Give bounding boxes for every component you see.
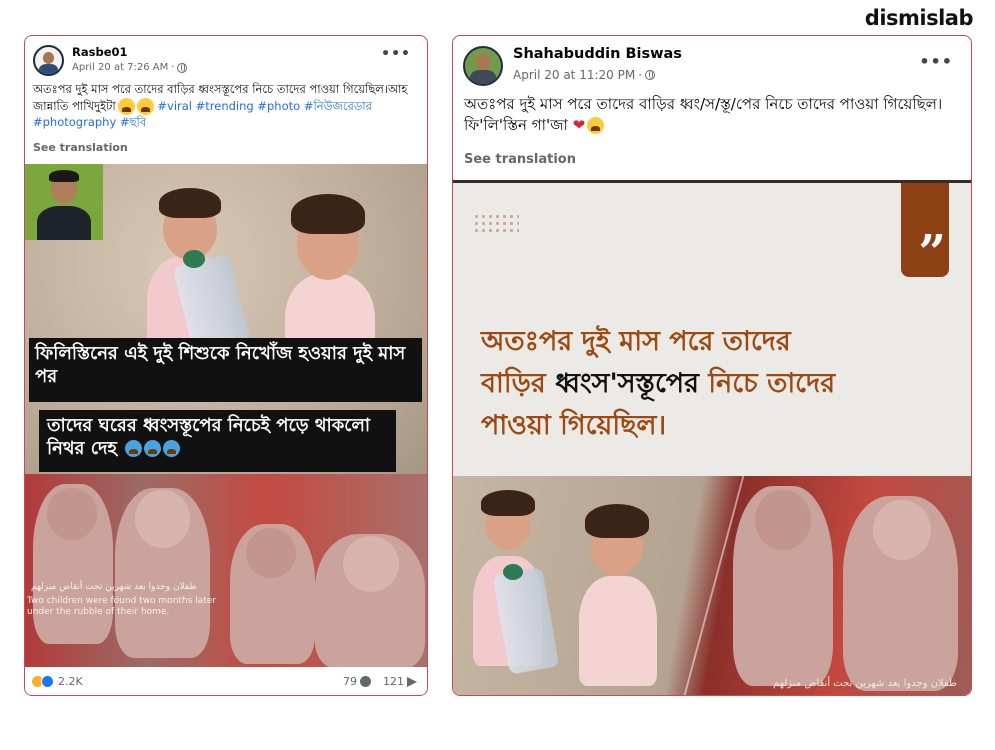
hashtag[interactable]: #নিউজরেডার bbox=[304, 99, 372, 113]
quote-icon: ” bbox=[918, 225, 946, 281]
hashtag[interactable]: #photo bbox=[257, 99, 300, 113]
post-body: অতঃপর দুই মাস পরে তাদের বাড়ির ধ্বং/স/স্… bbox=[464, 95, 943, 134]
post-text: অতঃপর দুই মাস পরে তাদের বাড়ির ধ্বং/স/স্… bbox=[464, 94, 964, 135]
profile-inset-photo bbox=[25, 164, 103, 240]
meta-separator: · bbox=[171, 62, 175, 73]
post-image[interactable]: ফিলিস্তিনের এই দুই শিশুকে নিখোঁজ হওয়ার … bbox=[25, 164, 427, 669]
quote-line-2: বাড়ির ধ্বংস'সস্তূপের নিচে তাদের bbox=[481, 363, 951, 405]
avatar[interactable] bbox=[33, 45, 64, 76]
post-date[interactable]: April 20 at 7:26 AM bbox=[72, 62, 168, 73]
reactions-summary[interactable]: 2.2K bbox=[31, 675, 83, 688]
avatar[interactable] bbox=[463, 46, 503, 86]
hashtag[interactable]: #ছবি bbox=[120, 115, 146, 129]
quote-line-2-c: নিচে তাদের bbox=[708, 367, 836, 399]
more-options-icon[interactable]: ••• bbox=[381, 46, 411, 62]
post-meta: April 20 at 11:20 PM · bbox=[513, 68, 656, 82]
overlay-arabic-text: طفلان وجدوا بعد شهرين تحت أنقاض منزلهم bbox=[772, 678, 957, 689]
share-icon bbox=[407, 676, 417, 687]
post-footer: 2.2K 79 121 bbox=[25, 667, 427, 695]
post-card-2: Shahabuddin Biswas April 20 at 11:20 PM … bbox=[452, 35, 972, 696]
post-image[interactable]: ” অতঃপর দুই মাস পরে তাদের বাড়ির ধ্বংস'স… bbox=[453, 180, 971, 695]
author-name[interactable]: Shahabuddin Biswas bbox=[513, 46, 682, 62]
image-caption-2: তাদের ঘরের ধ্বংসস্তূপের নিচেই পড়ে থাকলো… bbox=[39, 410, 396, 472]
quote-card: ” অতঃপর দুই মাস পরে তাদের বাড়ির ধ্বংস'স… bbox=[453, 180, 971, 476]
victims-photo bbox=[25, 474, 427, 669]
hashtag[interactable]: #photography bbox=[33, 115, 116, 129]
post-text: অতঃপর দুই মাস পরে তাদের বাড়ির ধ্বংসস্তূ… bbox=[33, 82, 421, 131]
globe-icon bbox=[177, 62, 188, 73]
see-translation-link[interactable]: See translation bbox=[33, 141, 128, 154]
overlay-arabic-text: طفلان وجدوا بعد شهرين تحت أنقاض منزلهم bbox=[31, 582, 197, 592]
crying-face-icon bbox=[144, 440, 162, 457]
crying-face-icon bbox=[125, 440, 143, 457]
pleading-face-icon bbox=[587, 116, 605, 134]
hashtag[interactable]: #viral bbox=[157, 99, 192, 113]
quote-line-3: পাওয়া গিয়েছিল। bbox=[481, 409, 667, 441]
comments-count-link[interactable]: 79 bbox=[343, 675, 371, 688]
more-options-icon[interactable]: ••• bbox=[919, 52, 953, 71]
crying-face-icon bbox=[117, 97, 135, 115]
engagement-counts: 79 121 bbox=[343, 675, 417, 688]
reactions-count: 2.2K bbox=[58, 675, 83, 688]
post-meta: April 20 at 7:26 AM · bbox=[72, 62, 188, 73]
quote-line-1: অতঃপর দুই মাস পরে তাদের bbox=[481, 326, 791, 357]
post-card-1: Rasbe01 April 20 at 7:26 AM · ••• অতঃপর … bbox=[24, 35, 428, 696]
quote-line-2-b: ধ্বংস'সস্তূপের bbox=[555, 367, 699, 399]
shares-count-link[interactable]: 121 bbox=[383, 675, 417, 688]
decorative-dots bbox=[473, 213, 519, 233]
broken-heart-icon: ❤ bbox=[572, 115, 586, 134]
like-reaction-icon bbox=[41, 675, 54, 688]
image-caption-1: ফিলিস্তিনের এই দুই শিশুকে নিখোঁজ হওয়ার … bbox=[29, 338, 422, 402]
post-header: Shahabuddin Biswas April 20 at 11:20 PM … bbox=[453, 36, 971, 86]
post-date[interactable]: April 20 at 11:20 PM bbox=[513, 68, 635, 82]
meta-separator: · bbox=[638, 68, 643, 82]
overlay-english-text: Two children were found two months later… bbox=[27, 596, 216, 617]
author-name[interactable]: Rasbe01 bbox=[72, 45, 128, 59]
brand-logo: dismislab bbox=[864, 6, 974, 30]
globe-icon bbox=[645, 70, 656, 80]
post-header: Rasbe01 April 20 at 7:26 AM · ••• bbox=[25, 36, 427, 82]
quote-text: অতঃপর দুই মাস পরে তাদের বাড়ির ধ্বংস'সস্… bbox=[481, 321, 951, 447]
image-caption-2-text: তাদের ঘরের ধ্বংসস্তূপের নিচেই পড়ে থাকলো… bbox=[47, 415, 371, 459]
comments-count: 79 bbox=[343, 675, 357, 688]
comment-icon bbox=[360, 676, 371, 687]
crying-face-icon bbox=[163, 440, 181, 457]
shares-count: 121 bbox=[383, 675, 404, 688]
see-translation-link[interactable]: See translation bbox=[464, 152, 576, 167]
pleading-face-icon bbox=[136, 97, 154, 115]
hashtag[interactable]: #trending bbox=[196, 99, 254, 113]
quote-line-2-a: বাড়ির bbox=[481, 367, 546, 399]
